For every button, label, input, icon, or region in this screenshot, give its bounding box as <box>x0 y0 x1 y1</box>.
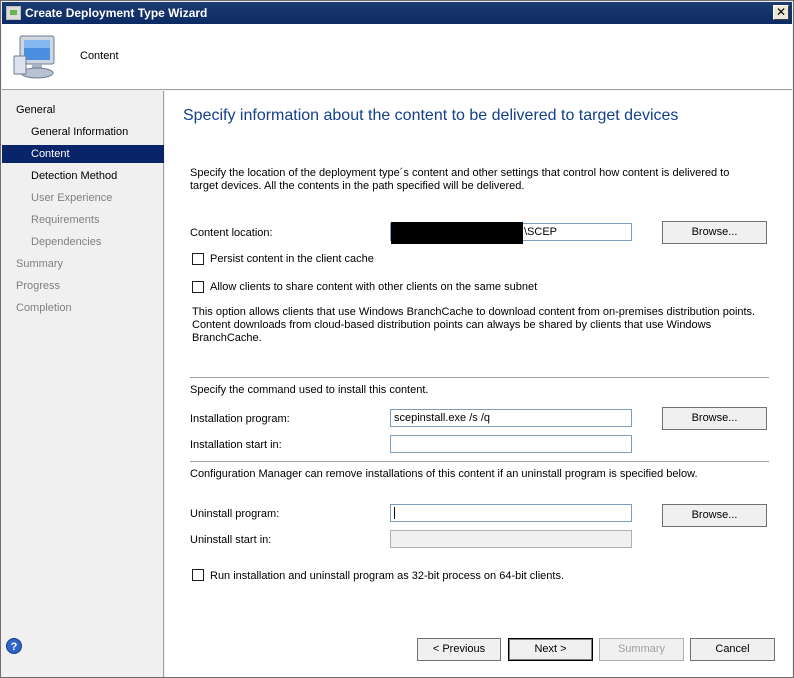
nav-item-user-experience: User Experience <box>31 192 113 204</box>
nav-item-general[interactable]: General <box>2 101 164 119</box>
page-heading: Specify information about the content to… <box>183 107 679 124</box>
close-button[interactable]: ✕ <box>773 5 789 20</box>
cancel-button[interactable]: Cancel <box>690 638 775 661</box>
divider-uninstall <box>190 461 769 463</box>
title-bar: Create Deployment Type Wizard ✕ <box>2 2 792 24</box>
nav-item-detection-method[interactable]: Detection Method <box>2 167 164 185</box>
uninstall-start-label: Uninstall start in: <box>190 534 272 546</box>
redaction-block <box>391 222 523 244</box>
computer-icon <box>13 35 55 79</box>
install-program-browse-button[interactable]: Browse... <box>662 407 767 430</box>
header-title: Content <box>80 50 119 62</box>
uninstall-program-input[interactable] <box>390 504 632 522</box>
install-start-label: Installation start in: <box>190 439 282 451</box>
persist-cache-checkbox[interactable] <box>192 253 204 265</box>
install-program-input[interactable]: scepinstall.exe /s /q <box>390 409 632 427</box>
content-pane: Specify information about the content to… <box>165 91 792 677</box>
nav-item-completion: Completion <box>16 302 72 314</box>
nav-item-summary: Summary <box>16 258 64 270</box>
nav-item-general-information[interactable]: General Information <box>2 123 164 141</box>
nav-item-dependencies: Dependencies <box>31 236 102 248</box>
wizard-window: Create Deployment Type Wizard ✕ Content … <box>0 0 794 678</box>
install-start-input[interactable] <box>390 435 632 453</box>
allow-share-label: Allow clients to share content with othe… <box>210 281 538 293</box>
divider-install <box>190 377 769 379</box>
run-32bit-label: Run installation and uninstall program a… <box>210 570 565 582</box>
install-program-label: Installation program: <box>190 413 290 425</box>
content-location-label: Content location: <box>190 227 273 239</box>
nav-item-content[interactable]: Content <box>2 145 164 163</box>
nav-item-progress: Progress <box>16 280 61 292</box>
branchcache-note: This option allows clients that use Wind… <box>192 306 756 344</box>
previous-button[interactable]: < Previous <box>417 638 501 661</box>
uninstall-start-input <box>390 530 632 548</box>
page-description: Specify the location of the deployment t… <box>190 167 730 192</box>
wizard-header: Content <box>2 24 792 90</box>
install-section-text: Specify the command used to install this… <box>190 384 429 396</box>
wizard-nav: General General Information Content Dete… <box>2 91 164 677</box>
content-location-value: \SCEP <box>524 226 558 238</box>
help-icon[interactable]: ? <box>6 638 22 654</box>
content-location-input[interactable]: \SCEP <box>390 222 632 244</box>
close-icon: ✕ <box>775 5 787 19</box>
uninstall-program-browse-button[interactable]: Browse... <box>662 504 767 527</box>
content-location-browse-button[interactable]: Browse... <box>662 221 767 244</box>
window-title: Create Deployment Type Wizard <box>25 6 208 20</box>
uninstall-section-text: Configuration Manager can remove install… <box>190 468 698 480</box>
text-cursor <box>394 507 395 520</box>
run-32bit-checkbox[interactable] <box>192 569 204 581</box>
allow-share-checkbox[interactable] <box>192 281 204 293</box>
persist-cache-label: Persist content in the client cache <box>210 253 374 265</box>
uninstall-program-label: Uninstall program: <box>190 508 280 520</box>
nav-item-requirements: Requirements <box>31 214 100 226</box>
next-button[interactable]: Next > <box>508 638 593 661</box>
app-icon <box>6 6 21 20</box>
summary-button: Summary <box>599 638 684 661</box>
